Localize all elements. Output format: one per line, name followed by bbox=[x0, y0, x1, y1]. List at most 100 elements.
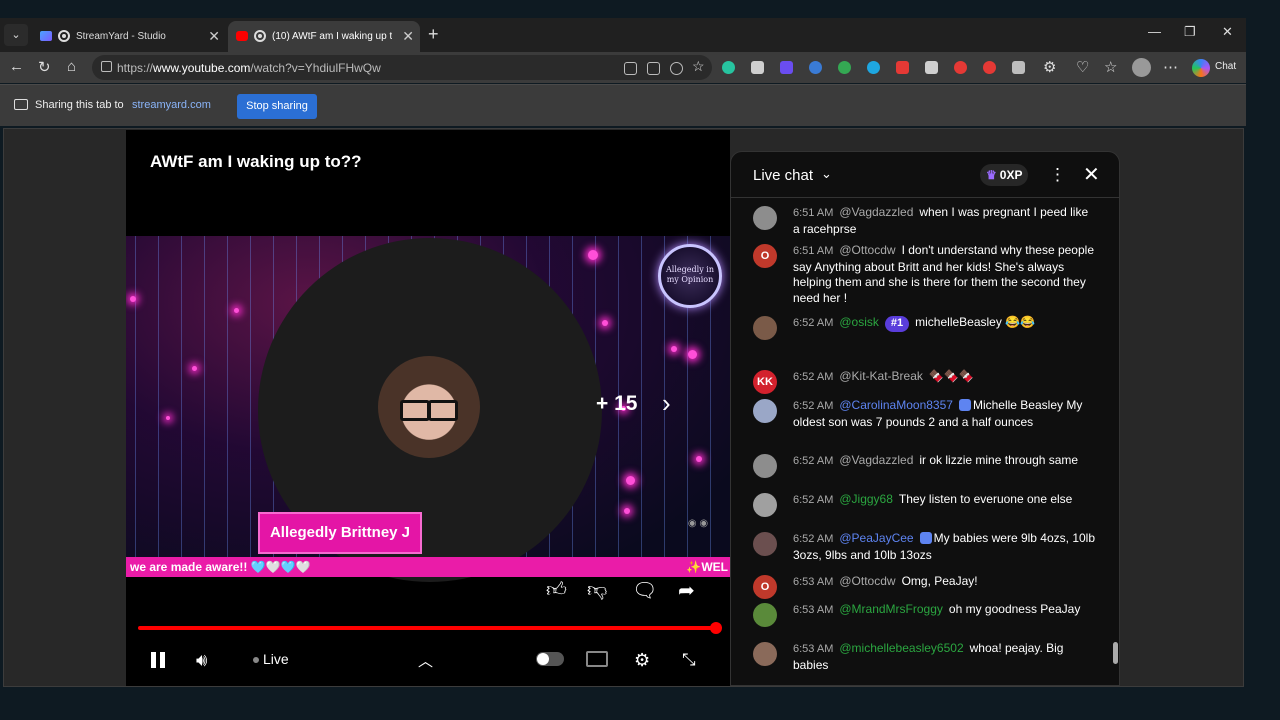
chat-author[interactable]: @Ottocdw bbox=[839, 574, 895, 588]
chat-message[interactable]: 6:53 AM @MrandMrsFroggy oh my goodness Pea… bbox=[753, 602, 1098, 627]
extension-icon[interactable] bbox=[983, 61, 996, 74]
sharing-target-link[interactable]: streamyard.com bbox=[132, 99, 211, 111]
comments-icon[interactable]: 🗨︎ bbox=[632, 578, 657, 603]
moderator-shield-icon bbox=[919, 532, 932, 544]
profile-avatar[interactable] bbox=[1132, 58, 1151, 77]
extensions-puzzle-icon[interactable]: ⚙ bbox=[1043, 58, 1056, 76]
chat-author[interactable]: @Kit-Kat-Break bbox=[839, 369, 923, 383]
stop-sharing-button[interactable]: Stop sharing bbox=[237, 94, 317, 119]
autoplay-toggle[interactable] bbox=[536, 652, 564, 666]
favorite-star-icon[interactable]: ☆ bbox=[692, 58, 705, 75]
more-menu-icon[interactable]: ⋯ bbox=[1163, 58, 1178, 76]
chat-author[interactable]: @PeaJayCee bbox=[839, 531, 913, 545]
extension-icon[interactable] bbox=[1012, 61, 1025, 74]
extension-icon[interactable] bbox=[925, 61, 938, 74]
like-icon[interactable]: 👍︎ bbox=[546, 578, 567, 602]
ticker-text-end: ✨WEL bbox=[686, 560, 728, 574]
chat-message[interactable]: 6:52 AM @CarolinaMoon8357 Michelle Beasley… bbox=[753, 398, 1098, 430]
volume-icon[interactable]: 🔊︎ bbox=[196, 650, 207, 671]
chat-avatar[interactable] bbox=[753, 316, 777, 340]
close-tab-icon[interactable]: ✕ bbox=[208, 28, 220, 45]
progress-bar[interactable] bbox=[138, 622, 722, 634]
split-screen-icon[interactable] bbox=[647, 62, 660, 75]
extension-icon[interactable] bbox=[722, 61, 735, 74]
chat-author[interactable]: @osisk bbox=[839, 315, 879, 329]
dislike-icon[interactable]: 👎︎ bbox=[587, 578, 607, 602]
extension-icon[interactable] bbox=[751, 61, 764, 74]
chat-message[interactable]: 6:52 AM @PeaJayCee My babies were 9lb 4ozs… bbox=[753, 531, 1098, 563]
chat-avatar[interactable] bbox=[753, 642, 777, 666]
chat-avatar[interactable] bbox=[753, 532, 777, 556]
app-available-icon[interactable] bbox=[624, 62, 637, 75]
xp-badge[interactable]: ♛ 0XP bbox=[980, 164, 1029, 186]
chat-avatar[interactable]: KK bbox=[753, 370, 777, 394]
pause-icon[interactable] bbox=[150, 652, 166, 668]
live-chat-title[interactable]: Live chat bbox=[753, 167, 813, 184]
chat-author[interactable]: @MrandMrsFroggy bbox=[839, 602, 943, 616]
chat-avatar[interactable]: O bbox=[753, 575, 777, 599]
sparkle bbox=[588, 250, 598, 260]
tab-streamyard[interactable]: StreamYard - Studio ✕ bbox=[32, 21, 226, 52]
minimize-icon[interactable]: — bbox=[1148, 24, 1161, 39]
chat-author[interactable]: @Jiggy68 bbox=[839, 492, 893, 506]
chevron-down-icon[interactable]: ⌄ bbox=[821, 166, 832, 182]
chat-avatar[interactable] bbox=[753, 493, 777, 517]
address-bar[interactable]: https://www.youtube.com/watch?v=YhdiulFH… bbox=[92, 55, 712, 80]
chat-message[interactable]: 6:51 AM @Vagdazzled when I was pregnant I … bbox=[753, 205, 1098, 237]
chat-avatar[interactable] bbox=[753, 206, 777, 230]
exit-fullscreen-icon[interactable]: ⤡ bbox=[682, 650, 696, 670]
share-icon[interactable]: ➦ bbox=[678, 578, 695, 603]
zoom-icon[interactable] bbox=[670, 62, 683, 75]
close-chat-icon[interactable]: ✕ bbox=[1083, 162, 1100, 187]
home-icon[interactable]: ⌂ bbox=[67, 58, 76, 75]
copilot-icon[interactable] bbox=[1192, 59, 1210, 77]
extension-icon[interactable] bbox=[838, 61, 851, 74]
chat-message-body: 6:52 AM @Jiggy68 They listen to everuone o… bbox=[793, 492, 1098, 509]
tab-youtube[interactable]: (10) AWtF am I waking up to? ✕ bbox=[228, 21, 420, 52]
chat-avatar[interactable]: O bbox=[753, 244, 777, 268]
chevron-up-icon[interactable]: ︿ bbox=[418, 650, 433, 671]
chat-author[interactable]: @CarolinaMoon8357 bbox=[839, 398, 953, 412]
chat-scrollbar[interactable] bbox=[1112, 202, 1118, 682]
chat-message[interactable]: 6:52 AM @Vagdazzled ir ok lizzie mine thro… bbox=[753, 453, 1098, 478]
chat-message[interactable]: 6:52 AM @Jiggy68 They listen to everuone o… bbox=[753, 492, 1098, 517]
chat-message-body: 6:52 AM @PeaJayCee My babies were 9lb 4ozs… bbox=[793, 531, 1098, 563]
chat-message[interactable]: O 6:53 AM @Ottocdw Omg, PeaJay! bbox=[753, 574, 1098, 599]
chat-author[interactable]: @Ottocdw bbox=[839, 243, 895, 257]
more-options-icon[interactable]: ⋮ bbox=[1049, 165, 1066, 185]
extension-icon[interactable] bbox=[954, 61, 967, 74]
browser-essentials-icon[interactable]: ♡ bbox=[1076, 58, 1089, 76]
progress-knob[interactable] bbox=[710, 622, 722, 634]
chat-avatar[interactable] bbox=[753, 603, 777, 627]
tab-actions-menu[interactable]: ⌄ bbox=[4, 24, 28, 46]
new-tab-icon[interactable]: + bbox=[428, 24, 439, 45]
chat-author[interactable]: @Vagdazzled bbox=[839, 453, 913, 467]
refresh-icon[interactable]: ↻ bbox=[38, 58, 51, 76]
video-player[interactable]: Allegedly in my Opinion + 15 › ◉ ◉ Alleg… bbox=[126, 130, 730, 686]
hidden-guests-count[interactable]: + 15 bbox=[596, 392, 637, 416]
close-window-icon[interactable]: ✕ bbox=[1222, 24, 1233, 40]
captions-icon[interactable] bbox=[586, 651, 608, 667]
close-tab-icon[interactable]: ✕ bbox=[402, 28, 414, 45]
chat-author[interactable]: @Vagdazzled bbox=[839, 205, 913, 219]
extension-icon[interactable] bbox=[780, 61, 793, 74]
restore-icon[interactable]: ❐ bbox=[1184, 24, 1196, 40]
chat-message-text: Omg, PeaJay! bbox=[901, 574, 978, 588]
chat-author[interactable]: @michellebeasley6502 bbox=[839, 641, 963, 655]
chat-avatar[interactable] bbox=[753, 454, 777, 478]
chat-message[interactable]: O 6:51 AM @Ottocdw I don't understand why t… bbox=[753, 243, 1098, 306]
chevron-right-icon[interactable]: › bbox=[662, 388, 671, 419]
extension-icon[interactable] bbox=[809, 61, 822, 74]
extension-icon[interactable] bbox=[896, 61, 909, 74]
live-label[interactable]: Live bbox=[263, 651, 289, 667]
settings-gear-icon[interactable]: ⚙ bbox=[634, 650, 650, 671]
chat-avatar[interactable] bbox=[753, 399, 777, 423]
chat-message[interactable]: KK 6:52 AM @Kit-Kat-Break 🍫🍫🍫 bbox=[753, 369, 1098, 394]
back-icon[interactable]: ← bbox=[9, 58, 24, 75]
chat-message[interactable]: 6:53 AM @michellebeasley6502 whoa! peajay.… bbox=[753, 641, 1098, 673]
favorites-icon[interactable]: ☆ bbox=[1104, 58, 1117, 76]
chat-scrollbar-thumb[interactable] bbox=[1113, 642, 1118, 664]
extension-icon[interactable] bbox=[867, 61, 880, 74]
chat-message[interactable]: 6:52 AM @osisk #1 michelleBeasley 😂😂 bbox=[753, 315, 1098, 340]
copilot-chat-label[interactable]: Chat bbox=[1215, 61, 1236, 72]
